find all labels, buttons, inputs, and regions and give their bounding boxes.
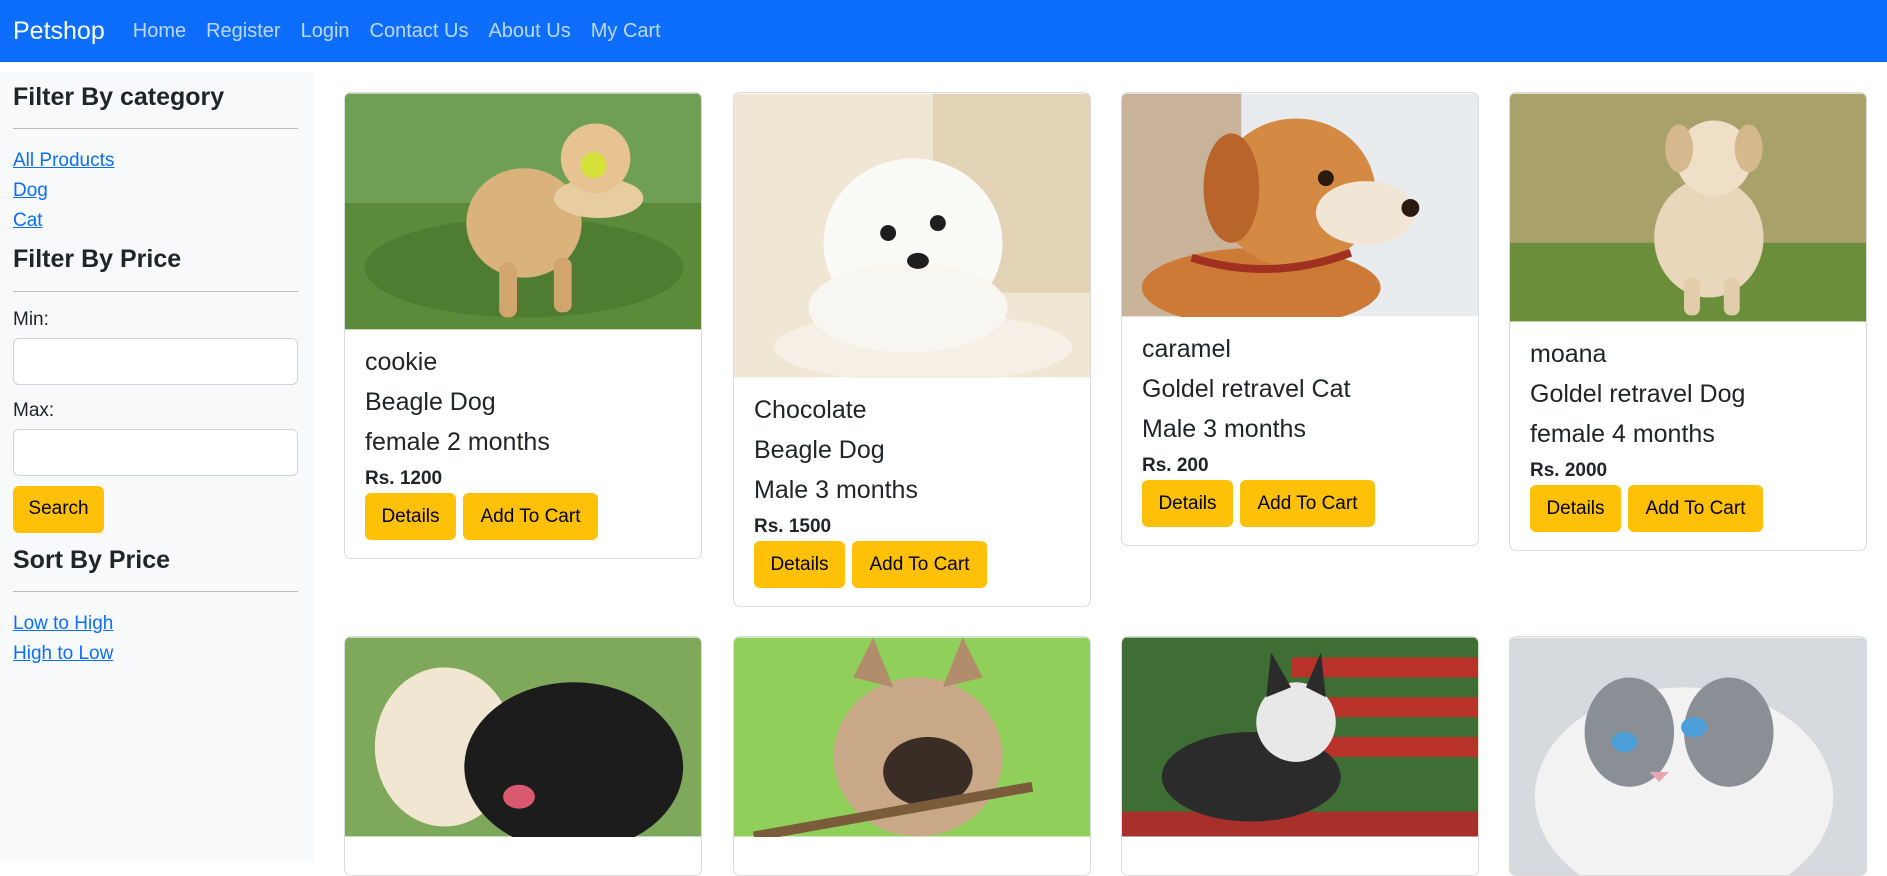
product-card — [1121, 636, 1479, 876]
product-info: Male 3 months — [1142, 415, 1306, 443]
max-price-input[interactable] — [13, 428, 298, 476]
sort-high-to-low[interactable]: High to Low — [13, 639, 298, 669]
category-all-products[interactable]: All Products — [13, 146, 298, 176]
add-to-cart-button[interactable]: Add To Cart — [1628, 485, 1763, 532]
price-heading: Filter By Price — [13, 245, 182, 274]
product-card — [1509, 636, 1867, 876]
product-info: Male 3 months — [754, 476, 918, 504]
divider — [13, 290, 298, 292]
product-card: moana Goldel retravel Dog female 4 month… — [1509, 92, 1867, 551]
product-card: Chocolate Beagle Dog Male 3 months Rs. 1… — [733, 92, 1091, 607]
details-button[interactable]: Details — [1530, 485, 1621, 532]
product-breed: Beagle Dog — [365, 388, 496, 416]
nav-login[interactable]: Login — [301, 20, 350, 43]
product-price: Rs. 1500 — [754, 516, 832, 537]
min-label: Min: — [13, 308, 49, 330]
product-info: female 2 months — [365, 428, 550, 456]
category-cat[interactable]: Cat — [13, 206, 298, 236]
product-name: caramel — [1142, 335, 1231, 363]
sort-low-to-high[interactable]: Low to High — [13, 609, 298, 639]
product-price: Rs. 2000 — [1530, 460, 1608, 481]
product-name: Chocolate — [754, 396, 867, 424]
product-name: moana — [1530, 340, 1607, 368]
golden-retriever-with-ball-icon[interactable] — [345, 93, 701, 330]
product-price: Rs. 1200 — [365, 468, 443, 489]
nav-home[interactable]: Home — [133, 20, 186, 43]
details-button[interactable]: Details — [1142, 480, 1233, 527]
product-card — [344, 636, 702, 876]
product-card: cookie Beagle Dog female 2 months Rs. 12… — [344, 92, 702, 559]
husky-on-bench-icon[interactable] — [1122, 637, 1478, 837]
white-puppy-icon[interactable] — [734, 93, 1090, 378]
nav-my-cart[interactable]: My Cart — [591, 20, 661, 43]
nav-contact-us[interactable]: Contact Us — [370, 20, 469, 43]
product-price: Rs. 200 — [1142, 455, 1209, 476]
product-info: female 4 months — [1530, 420, 1715, 448]
divider — [13, 128, 298, 130]
product-breed: Goldel retravel Dog — [1530, 380, 1746, 408]
brand-logo[interactable]: Petshop — [13, 17, 105, 46]
french-bulldog-icon[interactable] — [734, 637, 1090, 837]
product-grid: cookie Beagle Dog female 2 months Rs. 12… — [314, 62, 1887, 876]
min-price-input[interactable] — [13, 337, 298, 385]
nav-about-us[interactable]: About Us — [488, 20, 570, 43]
details-button[interactable]: Details — [365, 493, 456, 540]
sort-heading: Sort By Price — [13, 545, 171, 574]
product-card — [733, 636, 1091, 876]
max-label: Max: — [13, 399, 55, 421]
category-heading: Filter By category — [13, 83, 225, 111]
product-breed: Beagle Dog — [754, 436, 885, 464]
details-button[interactable]: Details — [754, 541, 845, 588]
product-card: caramel Goldel retravel Cat Male 3 month… — [1121, 92, 1479, 546]
category-dog[interactable]: Dog — [13, 176, 298, 206]
labradors-icon[interactable] — [345, 637, 701, 837]
golden-puppy-running-icon[interactable] — [1510, 93, 1866, 322]
orange-puppy-icon[interactable] — [1122, 93, 1478, 317]
product-breed: Goldel retravel Cat — [1142, 375, 1351, 403]
add-to-cart-button[interactable]: Add To Cart — [463, 493, 598, 540]
product-name: cookie — [365, 348, 438, 376]
navbar: Petshop Home Register Login Contact Us A… — [0, 0, 1887, 62]
search-button[interactable]: Search — [13, 485, 104, 533]
divider — [13, 590, 298, 592]
add-to-cart-button[interactable]: Add To Cart — [1240, 480, 1375, 527]
add-to-cart-button[interactable]: Add To Cart — [852, 541, 987, 588]
ragdoll-cat-icon[interactable] — [1510, 637, 1866, 876]
nav-register[interactable]: Register — [206, 20, 280, 43]
sidebar: Filter By category All Products Dog Cat … — [0, 72, 314, 861]
